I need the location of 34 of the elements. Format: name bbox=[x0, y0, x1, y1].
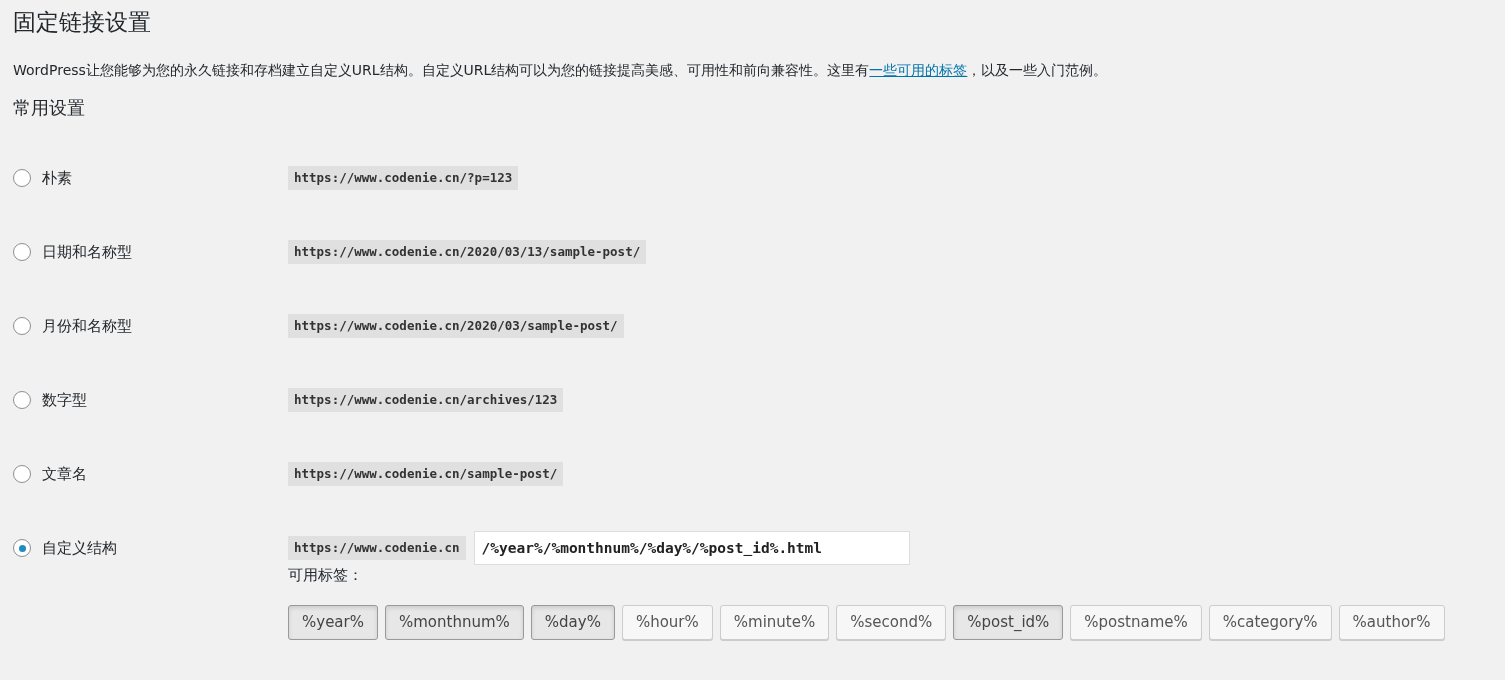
tag-button[interactable]: %monthnum% bbox=[385, 605, 524, 640]
url-example: https://www.codenie.cn/2020/03/sample-post/ bbox=[288, 313, 624, 339]
option-label: 朴素 bbox=[42, 167, 72, 189]
tags-label: 可用标签： bbox=[288, 566, 363, 584]
tag-button[interactable]: %day% bbox=[530, 605, 615, 640]
tag-button[interactable]: %author% bbox=[1338, 605, 1445, 640]
radio-button[interactable] bbox=[13, 539, 31, 557]
tag-button[interactable]: %postname% bbox=[1070, 605, 1202, 640]
radio-button[interactable] bbox=[13, 169, 31, 187]
option-label: 月份和名称型 bbox=[42, 315, 132, 337]
description-text: WordPress让您能够为您的永久链接和存档建立自定义URL结构。自定义URL结构可以为您的链接提高美感、可用性和前向兼容性。这里有一些可用的标签，以及一些入门范例。 bbox=[13, 61, 1108, 80]
option-label: 文章名 bbox=[42, 463, 87, 485]
tag-button[interactable]: %year% bbox=[288, 605, 378, 640]
option-label: 自定义结构 bbox=[42, 537, 117, 559]
url-example: https://www.codenie.cn/?p=123 bbox=[288, 165, 519, 191]
section-heading: 常用设置 bbox=[13, 96, 85, 120]
option-label: 日期和名称型 bbox=[42, 241, 132, 263]
tag-button[interactable]: %second% bbox=[836, 605, 947, 640]
radio-button[interactable] bbox=[13, 243, 31, 261]
tag-button[interactable]: %hour% bbox=[621, 605, 713, 640]
page-title: 固定链接设置 bbox=[13, 8, 151, 37]
url-example: https://www.codenie.cn/sample-post/ bbox=[288, 461, 564, 487]
radio-button[interactable] bbox=[13, 465, 31, 483]
url-example: https://www.codenie.cn/2020/03/13/sample-post/ bbox=[288, 239, 647, 265]
tag-button[interactable]: %minute% bbox=[719, 605, 830, 640]
tags-link[interactable]: 一些可用的标签 bbox=[869, 62, 968, 78]
option-label: 数字型 bbox=[42, 389, 87, 411]
tag-button[interactable]: %post_id% bbox=[953, 605, 1064, 640]
radio-button[interactable] bbox=[13, 317, 31, 335]
url-example: https://www.codenie.cn/archives/123 bbox=[288, 387, 564, 413]
radio-button[interactable] bbox=[13, 391, 31, 409]
tag-button[interactable]: %category% bbox=[1208, 605, 1332, 640]
url-example: https://www.codenie.cn bbox=[288, 535, 466, 561]
structure-input[interactable]: /%year%/%monthnum%/%day%/%post_id%.html bbox=[473, 531, 910, 565]
